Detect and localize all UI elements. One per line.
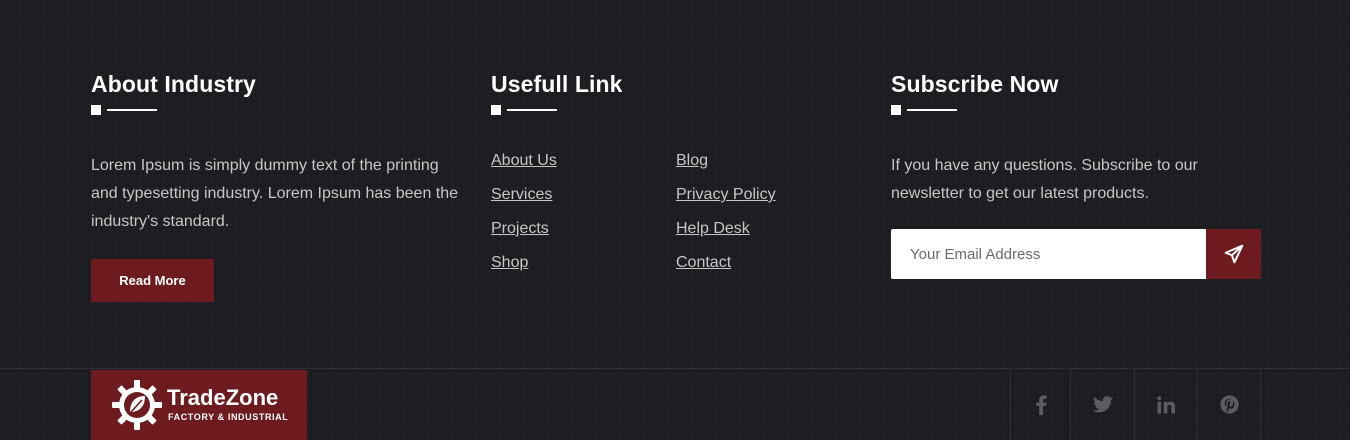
link-blog[interactable]: Blog xyxy=(676,150,708,172)
subscribe-text: If you have any questions. Subscribe to … xyxy=(891,157,1198,202)
brand-name: TradeZone xyxy=(167,385,279,410)
heading-underline xyxy=(91,105,463,115)
facebook-icon[interactable] xyxy=(1010,369,1070,440)
link-shop[interactable]: Shop xyxy=(491,252,528,274)
subscribe-heading: Subscribe Now xyxy=(891,71,1059,97)
linkedin-icon[interactable] xyxy=(1134,369,1197,440)
paper-plane-icon xyxy=(1224,244,1243,264)
subscribe-submit-button[interactable] xyxy=(1206,229,1261,279)
subscribe-section: Subscribe Now If you have any questions.… xyxy=(891,70,1261,279)
about-section: About Industry Lorem Ipsum is simply dum… xyxy=(91,70,463,302)
link-projects[interactable]: Projects xyxy=(491,218,549,240)
link-help-desk[interactable]: Help Desk xyxy=(676,218,750,240)
underline-line xyxy=(107,109,157,111)
brand-tagline: FACTORY & INDUSTRIAL xyxy=(168,412,289,422)
links-heading: Usefull Link xyxy=(491,71,623,97)
twitter-icon[interactable] xyxy=(1070,369,1134,440)
underline-square xyxy=(91,105,101,115)
gear-leaf-icon xyxy=(112,380,162,430)
about-heading: About Industry xyxy=(91,71,256,97)
email-input[interactable] xyxy=(891,229,1207,279)
link-services[interactable]: Services xyxy=(491,184,552,206)
underline-line xyxy=(507,109,557,111)
links-list: About Us Services Projects Shop Blog Pri… xyxy=(491,150,863,280)
about-text: Lorem Ipsum is simply dummy text of the … xyxy=(91,157,459,230)
underline-square xyxy=(891,105,901,115)
useful-links-section: Usefull Link About Us Services Projects … xyxy=(491,70,863,280)
brand-logo[interactable]: TradeZone FACTORY & INDUSTRIAL xyxy=(91,370,307,440)
social-links xyxy=(1010,369,1261,440)
read-more-button[interactable]: Read More xyxy=(91,259,214,302)
link-contact[interactable]: Contact xyxy=(676,252,731,274)
link-privacy-policy[interactable]: Privacy Policy xyxy=(676,184,776,206)
underline-square xyxy=(491,105,501,115)
site-footer: About Industry Lorem Ipsum is simply dum… xyxy=(0,0,1350,440)
underline-line xyxy=(907,109,957,111)
link-about-us[interactable]: About Us xyxy=(491,150,557,172)
pinterest-icon[interactable] xyxy=(1197,369,1261,440)
heading-underline xyxy=(491,105,863,115)
heading-underline xyxy=(891,105,1261,115)
subscribe-form xyxy=(891,229,1261,279)
